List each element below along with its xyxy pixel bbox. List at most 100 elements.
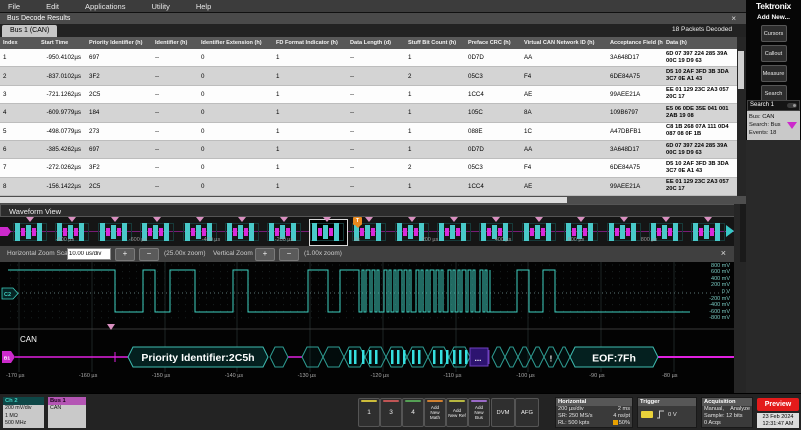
tab-bus1-can[interactable]: Bus 1 (CAN) bbox=[2, 25, 57, 37]
table-cell: 0 bbox=[198, 86, 273, 103]
table-row[interactable]: 7-272.0262µs3F2--01--205C3F46DE84A75D5 1… bbox=[0, 159, 737, 177]
table-cell: 1 bbox=[273, 141, 347, 158]
measure-button[interactable]: Measure bbox=[761, 65, 787, 82]
acq-sample: Sample: 12 bits bbox=[704, 413, 743, 420]
channel-1-button[interactable]: 1 bbox=[358, 398, 380, 427]
can-packet-glyph bbox=[522, 223, 556, 241]
search-nav-icon[interactable] bbox=[787, 122, 797, 129]
menu-item-help[interactable]: Help bbox=[196, 2, 211, 11]
trigger-marker-icon[interactable]: T bbox=[353, 217, 362, 225]
callout-button[interactable]: Callout bbox=[761, 45, 787, 62]
table-cell: 273 bbox=[86, 123, 152, 140]
table-cell: 1 bbox=[273, 67, 347, 84]
time-axis-label: -160 µs bbox=[79, 373, 109, 379]
search-mark-icon bbox=[450, 217, 458, 222]
table-row[interactable]: 6-385.4262µs697--01--10D7DAA3A648D176D 0… bbox=[0, 141, 737, 159]
search-visibility-toggle[interactable] bbox=[787, 103, 797, 108]
menu-item-edit[interactable]: Edit bbox=[46, 2, 59, 11]
h-position-value: 50% bbox=[619, 420, 630, 426]
table-row[interactable]: 3-721.1262µs2C5--01--11CC4AE99AEE21AEE 0… bbox=[0, 86, 737, 104]
overview-time-label: 400 µs bbox=[486, 237, 520, 243]
afg-button[interactable]: AFG bbox=[515, 398, 539, 427]
table-cell: 99AEE21A bbox=[607, 86, 663, 103]
voltage-axis-label: -200 mV bbox=[690, 296, 730, 302]
table-cell: 1 bbox=[273, 123, 347, 140]
column-header: Start Time bbox=[38, 37, 86, 49]
table-cell: -- bbox=[347, 67, 405, 84]
channel2-badge[interactable]: Ch 2 200 mV/div 1 MΩ 500 MHz bbox=[3, 397, 44, 428]
dvm-button[interactable]: DVM bbox=[491, 398, 515, 427]
acquisition-panel[interactable]: Acquisition Manual,Analyze Sample: 12 bi… bbox=[701, 397, 753, 428]
voltage-axis-label: 200 mV bbox=[690, 282, 730, 288]
table-cell: AE bbox=[521, 86, 607, 103]
voltage-axis-label: -600 mV bbox=[690, 309, 730, 315]
zoom-view-close-icon[interactable]: × bbox=[721, 248, 726, 258]
column-header: Stuff Bit Count (h) bbox=[405, 37, 465, 49]
menu-item-file[interactable]: File bbox=[8, 2, 20, 11]
decode-ellipsis-label: ... bbox=[475, 354, 482, 363]
v-zoom-plus-button[interactable]: + bbox=[255, 248, 275, 261]
decode-priority-label: Priority Identifier:2C5h bbox=[141, 352, 254, 364]
search-mark-icon bbox=[535, 217, 543, 222]
scroll-right-icon[interactable] bbox=[726, 225, 734, 237]
table-cell: 3F2 bbox=[86, 67, 152, 84]
scrollbar-thumb[interactable] bbox=[738, 51, 744, 89]
channel2-handle[interactable]: C2 bbox=[2, 288, 18, 299]
close-icon[interactable]: × bbox=[731, 13, 736, 24]
h-zoom-plus-button[interactable]: + bbox=[115, 248, 135, 261]
preview-button[interactable]: Preview bbox=[757, 398, 799, 411]
results-tab-row: Bus 1 (CAN) 18 Packets Decoded bbox=[0, 24, 746, 37]
table-cell: F4 bbox=[521, 159, 607, 176]
overview-time-label: -600 µs bbox=[121, 237, 155, 243]
search-result-badge[interactable]: Search 1 Bus: CAN Search: Bus Events: 18 bbox=[747, 100, 800, 141]
bus1-badge[interactable]: Bus 1 CAN bbox=[48, 397, 86, 428]
table-horizontal-scrollbar[interactable] bbox=[0, 196, 746, 204]
zoomed-waveform-area[interactable]: C2 B1 CAN Priority Identifier:2C5h ... !… bbox=[0, 262, 734, 393]
table-cell: -- bbox=[152, 123, 198, 140]
add-new-bus-button[interactable]: Add New Bus bbox=[468, 398, 490, 427]
v-zoom-minus-button[interactable]: − bbox=[279, 248, 299, 261]
right-sidebar: Tektronix Add New... CursorsCalloutMeasu… bbox=[746, 0, 801, 393]
table-cell: 8A bbox=[521, 104, 607, 121]
table-vertical-scrollbar[interactable] bbox=[737, 37, 746, 196]
h-samplerate: SR: 250 MS/s bbox=[558, 413, 593, 420]
table-row[interactable]: 2-837.0102µs3F2--01--205C3F46DE84A75D5 1… bbox=[0, 67, 737, 85]
menu-item-applications[interactable]: Applications bbox=[85, 2, 125, 11]
table-row[interactable]: 1-950.4102µs697--01--10D7DAA3A648D176D 0… bbox=[0, 49, 737, 67]
table-cell: 3F2 bbox=[86, 159, 152, 176]
add-new-math-button[interactable]: Add New Math bbox=[424, 398, 446, 427]
table-cell: 6DE84A75 bbox=[607, 67, 663, 84]
waveform-overview-strip[interactable]: T -800 µs-600 µs-400 µs-200 µs0s200 µs40… bbox=[0, 217, 740, 246]
table-row[interactable]: 5-498.0779µs273--01--1088E1CA47DBFB1C8 1… bbox=[0, 123, 737, 141]
table-cell: 0 bbox=[198, 67, 273, 84]
panel-title: Bus Decode Results bbox=[7, 15, 70, 22]
trigger-panel[interactable]: Trigger 0 V bbox=[637, 397, 697, 428]
table-cell: 1 bbox=[273, 159, 347, 176]
bus1-handle[interactable]: B1 bbox=[2, 351, 15, 363]
table-row[interactable]: 4-609.9779µs184--01--1105C8A109B6797E5 0… bbox=[0, 104, 737, 122]
scrollbar-thumb[interactable] bbox=[0, 197, 567, 203]
overview-time-label: -200 µs bbox=[267, 237, 301, 243]
table-cell: 697 bbox=[86, 49, 152, 66]
packets-decoded-count: 18 Packets Decoded bbox=[672, 26, 732, 33]
bus1-badge-body: CAN bbox=[48, 405, 86, 428]
column-header: Virtual CAN Network ID (h) bbox=[521, 37, 607, 49]
sidebar-filler bbox=[746, 140, 801, 393]
table-cell: 1 bbox=[273, 104, 347, 121]
channel-3-button[interactable]: 3 bbox=[380, 398, 402, 427]
results-table-header: IndexStart TimePriority Identifier (h)Id… bbox=[0, 37, 737, 49]
h-zoom-minus-button[interactable]: − bbox=[139, 248, 159, 261]
cursors-button[interactable]: Cursors bbox=[761, 25, 787, 42]
horizontal-panel[interactable]: Horizontal 200 µs/div2 ms SR: 250 MS/s4 … bbox=[555, 397, 633, 428]
table-cell: 4 bbox=[0, 104, 38, 121]
channel-4-button[interactable]: 4 bbox=[402, 398, 424, 427]
horizontal-zoom-scale-input[interactable] bbox=[67, 248, 111, 260]
table-cell: AE bbox=[521, 178, 607, 195]
column-header: Identifier (h) bbox=[152, 37, 198, 49]
table-row[interactable]: 8-156.1422µs2C5--01--11CC4AE99AEE21AEE 0… bbox=[0, 178, 737, 196]
add-new-ref-button[interactable]: Add New Ref bbox=[446, 398, 468, 427]
search-mark-icon bbox=[577, 217, 585, 222]
voltage-axis-label: -400 mV bbox=[690, 302, 730, 308]
table-cell: 0 bbox=[198, 159, 273, 176]
menu-item-utility[interactable]: Utility bbox=[151, 2, 169, 11]
